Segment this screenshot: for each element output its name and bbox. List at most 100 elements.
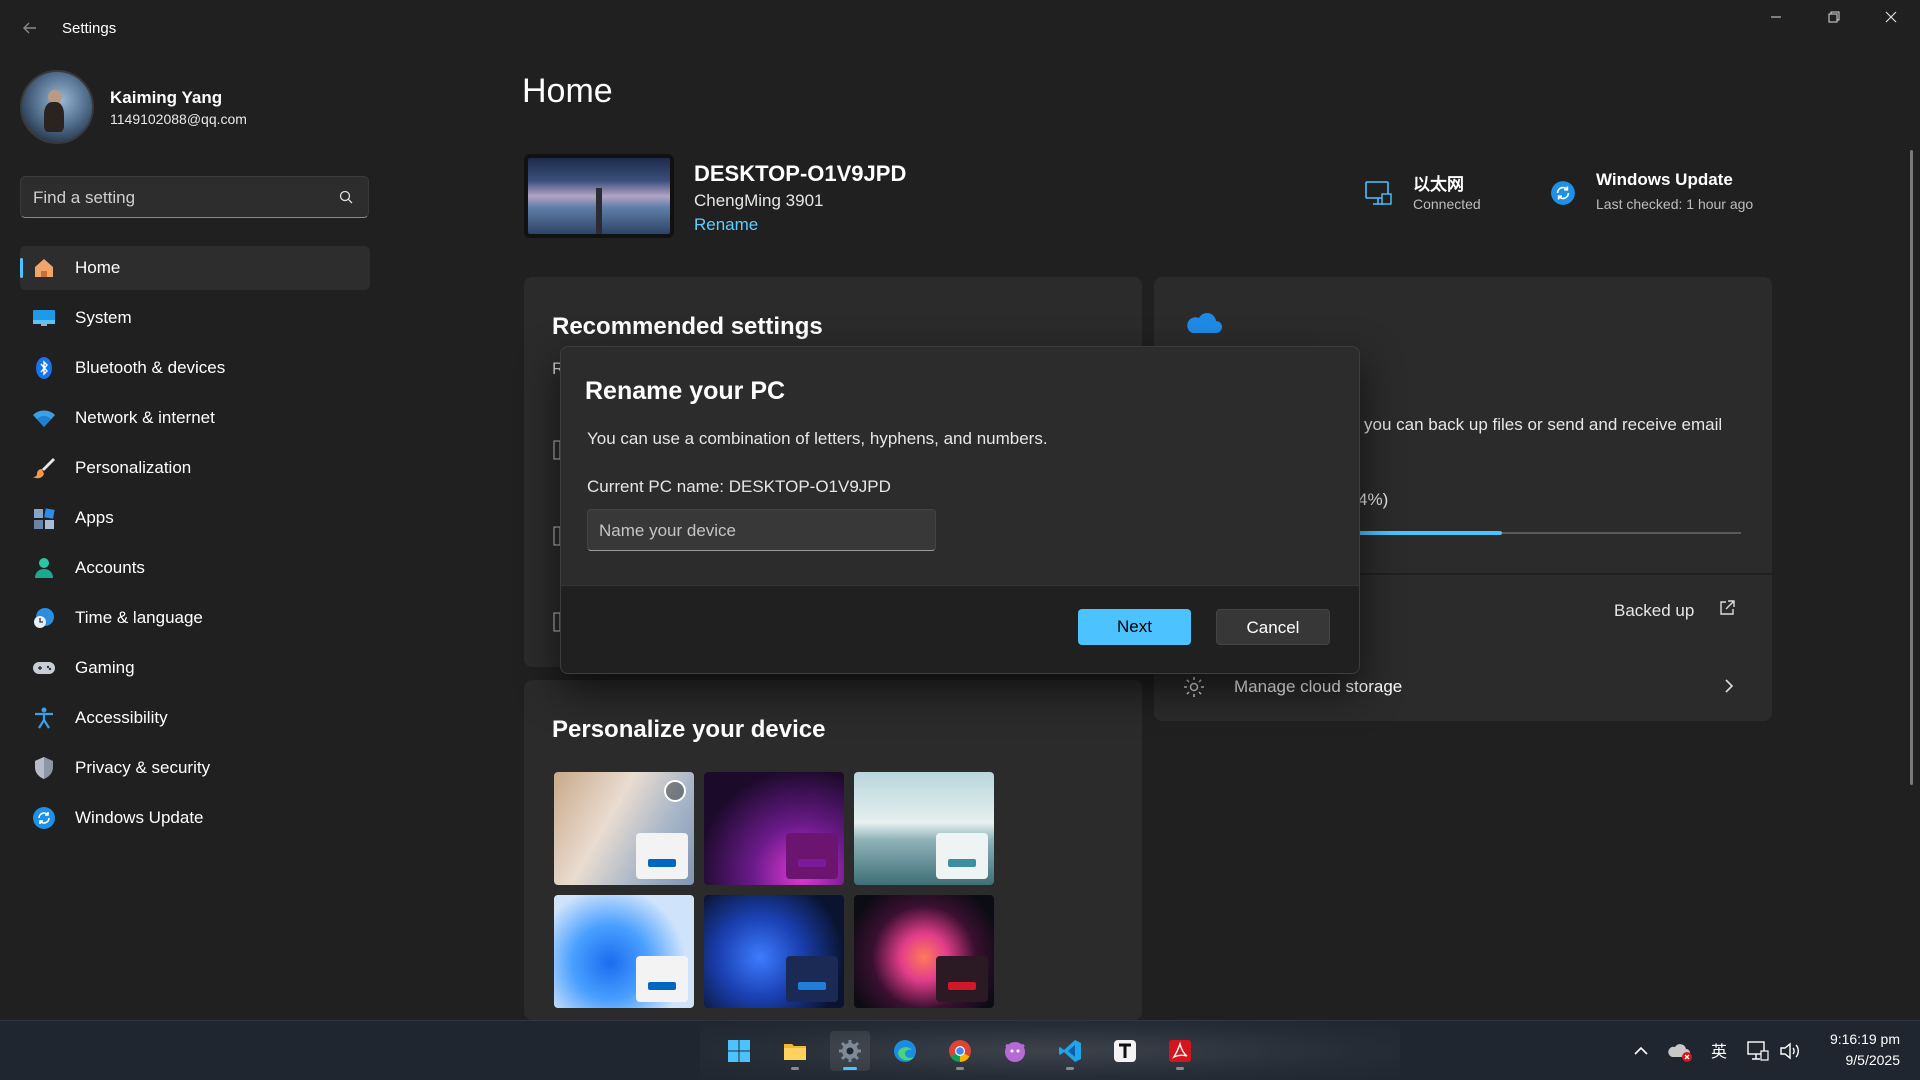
dialog-description: You can use a combination of letters, hy…: [587, 429, 1048, 448]
sidebar-item-network[interactable]: Network & internet: [20, 396, 370, 440]
globe-clock-icon: [34, 608, 54, 628]
user-profile[interactable]: Kaiming Yang 1149102088@qq.com: [20, 70, 370, 144]
scrollbar[interactable]: [1910, 150, 1913, 785]
sidebar-nav: Home System Bluetooth & devices Network …: [20, 246, 370, 846]
rename-pc-dialog: Rename your PC You can use a combination…: [560, 346, 1360, 674]
sidebar-item-label: Windows Update: [75, 808, 204, 827]
file-explorer-icon: [784, 1044, 806, 1060]
minimize-icon: [1771, 16, 1781, 18]
theme-thumbnail[interactable]: [554, 895, 694, 1008]
acrobat-icon: [1169, 1040, 1191, 1062]
sidebar-item-label: Time & language: [75, 608, 203, 627]
sidebar-item-label: Bluetooth & devices: [75, 358, 226, 377]
device-model: ChengMing 3901: [694, 191, 824, 210]
ime-indicator[interactable]: 英: [1711, 1038, 1727, 1062]
device-wallpaper-thumbnail: [524, 154, 674, 238]
home-icon: [35, 259, 53, 277]
device-card: DESKTOP-O1V9JPD ChengMing 3901 Rename: [522, 152, 1122, 242]
sidebar-item-home[interactable]: Home: [20, 246, 370, 290]
minimize-button[interactable]: [1753, 8, 1799, 30]
avatar: [20, 70, 94, 144]
brush-icon: [33, 458, 55, 479]
restore-button[interactable]: [1811, 8, 1857, 30]
bluetooth-icon: [36, 357, 52, 379]
network-tray-icon[interactable]: [1746, 1039, 1770, 1063]
sidebar-item-system[interactable]: System: [20, 296, 370, 340]
running-indicator: [956, 1067, 964, 1070]
title-bar: Settings: [0, 0, 1920, 60]
search-input[interactable]: [33, 186, 333, 210]
sidebar-item-label: Home: [75, 258, 121, 277]
theme-thumbnail[interactable]: [554, 772, 694, 885]
sidebar-item-time-language[interactable]: Time & language: [20, 596, 370, 640]
sidebar-item-accounts[interactable]: Accounts: [20, 546, 370, 590]
sidebar-item-accessibility[interactable]: Accessibility: [20, 696, 370, 740]
settings-icon: [839, 1040, 861, 1062]
taskbar-chrome[interactable]: [940, 1031, 980, 1071]
profile-email: 1149102088@qq.com: [110, 111, 247, 127]
chevron-right-icon: [1725, 679, 1734, 693]
theme-thumbnail[interactable]: [704, 772, 844, 885]
sidebar-item-privacy[interactable]: Privacy & security: [20, 746, 370, 790]
onedrive-error-icon[interactable]: [1668, 1039, 1694, 1063]
update-status-sub: Last checked: 1 hour ago: [1596, 196, 1754, 212]
active-indicator: [843, 1067, 857, 1070]
ethernet-monitor-icon: [1365, 181, 1392, 205]
arrow-left-icon: [23, 22, 36, 34]
start-button[interactable]: [719, 1031, 759, 1071]
volume-icon[interactable]: [1778, 1039, 1802, 1063]
apps-icon: [34, 508, 55, 529]
sidebar-item-personalization[interactable]: Personalization: [20, 446, 370, 490]
sidebar-item-windows-update[interactable]: Windows Update: [20, 796, 370, 840]
chrome-icon: [949, 1040, 971, 1062]
theme-thumbnail[interactable]: [854, 895, 994, 1008]
taskbar-settings[interactable]: [830, 1031, 870, 1071]
gear-icon: [1184, 677, 1204, 697]
next-button[interactable]: Next: [1078, 609, 1191, 645]
shield-icon: [35, 757, 53, 779]
spotlight-badge-icon: [664, 780, 686, 802]
cat-app-icon: [1005, 1042, 1025, 1062]
back-button[interactable]: [18, 20, 42, 40]
taskbar-cat-app[interactable]: [995, 1031, 1035, 1071]
personalize-card: Personalize your device: [524, 680, 1142, 1020]
pc-name-field[interactable]: [587, 509, 936, 551]
close-button[interactable]: [1868, 8, 1914, 30]
network-status[interactable]: 以太网 Connected: [1363, 168, 1533, 224]
taskbar-vscode[interactable]: [1050, 1031, 1090, 1071]
theme-thumbnail[interactable]: [854, 772, 994, 885]
clock-date[interactable]: 9/5/2025: [1800, 1052, 1901, 1068]
update-icon: [1551, 181, 1575, 205]
manage-cloud-storage-label: Manage cloud storage: [1234, 677, 1403, 696]
typora-icon: [1114, 1040, 1136, 1062]
update-icon: [33, 807, 55, 829]
sidebar-item-label: Personalization: [75, 458, 192, 477]
network-status-sub: Connected: [1413, 196, 1481, 212]
taskbar-acrobat[interactable]: [1160, 1031, 1200, 1071]
onedrive-storage-bar: [1356, 531, 1741, 535]
close-icon: [1885, 11, 1897, 23]
running-indicator: [1176, 1067, 1184, 1070]
pc-name-input[interactable]: [599, 519, 919, 543]
search-icon[interactable]: [338, 189, 354, 205]
restore-icon: [1828, 11, 1840, 23]
clock-time[interactable]: 9:16:19 pm: [1800, 1031, 1900, 1047]
theme-thumbnail[interactable]: [704, 895, 844, 1008]
cancel-button[interactable]: Cancel: [1216, 609, 1330, 645]
taskbar-edge[interactable]: [885, 1031, 925, 1071]
accessibility-icon: [35, 707, 53, 729]
taskbar-typora[interactable]: [1105, 1031, 1145, 1071]
onedrive-cloud-icon: [1187, 313, 1222, 333]
sidebar-item-bluetooth[interactable]: Bluetooth & devices: [20, 346, 370, 390]
rename-link[interactable]: Rename: [694, 215, 758, 235]
chevron-up-icon[interactable]: [1632, 1039, 1650, 1063]
open-external-icon[interactable]: [1718, 599, 1736, 617]
sidebar-item-apps[interactable]: Apps: [20, 496, 370, 540]
sidebar-item-gaming[interactable]: Gaming: [20, 646, 370, 690]
sidebar-item-label: Accessibility: [75, 708, 168, 727]
taskbar-file-explorer[interactable]: [775, 1031, 815, 1071]
windows-update-status[interactable]: Windows Update Last checked: 1 hour ago: [1550, 168, 1790, 224]
search-box[interactable]: [20, 176, 369, 218]
running-indicator: [791, 1067, 799, 1070]
sidebar-item-label: Apps: [75, 508, 114, 527]
